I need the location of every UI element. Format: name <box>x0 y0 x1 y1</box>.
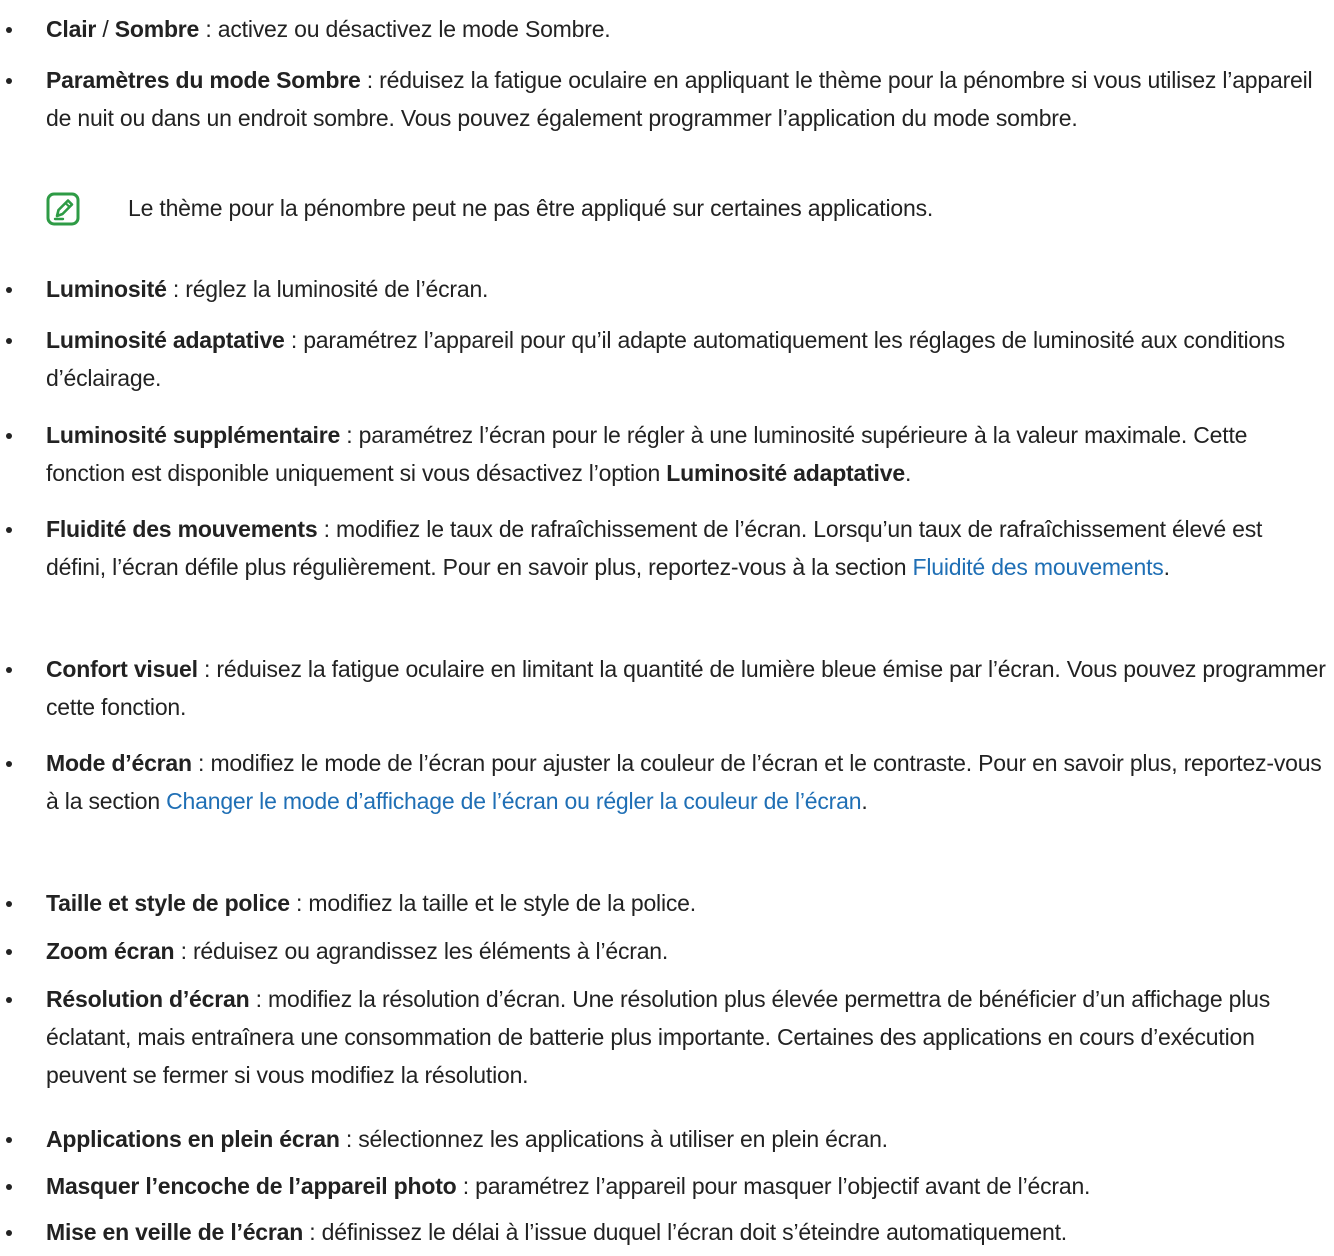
item-term: Luminosité adaptative <box>46 327 285 353</box>
item-term: Zoom écran <box>46 938 175 964</box>
item-term: Luminosité <box>46 276 167 302</box>
bullet-dot <box>6 287 12 293</box>
note-text: Le thème pour la pénombre peut ne pas êt… <box>128 195 934 221</box>
item-term: Résolution d’écran <box>46 986 250 1012</box>
item-text: Fluidité des mouvements : modifiez le ta… <box>46 516 1263 580</box>
bullet-dot <box>6 1230 12 1236</box>
item-description: sélectionnez les applications à utiliser… <box>358 1126 888 1152</box>
bullet-dot <box>6 1184 12 1190</box>
item-text: Zoom écran : réduisez ou agrandissez les… <box>46 938 669 964</box>
item-text: Taille et style de police : modifiez la … <box>46 890 696 916</box>
bullet-dot <box>6 527 12 533</box>
bullet-dot <box>6 1137 12 1143</box>
item-text: Applications en plein écran : sélectionn… <box>46 1126 888 1152</box>
bullet-dot <box>6 901 12 907</box>
item-term-2: Sombre <box>114 16 200 42</box>
bullet-dot <box>6 949 12 955</box>
item-term: Mode d’écran <box>46 750 192 776</box>
bullet-dot <box>6 761 12 767</box>
item-text: Résolution d’écran : modifiez la résolut… <box>46 986 1271 1088</box>
item-description: paramétrez l’appareil pour masquer l’obj… <box>475 1173 1091 1199</box>
bullet-dot <box>6 338 12 344</box>
item-text: Paramètres du mode Sombre : réduisez la … <box>46 67 1313 131</box>
item-text: Clair / Sombre : activez ou désactivez l… <box>46 16 611 42</box>
item-term: Paramètres du mode Sombre <box>46 67 361 93</box>
section-link[interactable]: Fluidité des mouvements <box>912 554 1163 580</box>
note-pencil-icon <box>46 192 80 226</box>
item-term: Mise en veille de l’écran <box>46 1219 304 1245</box>
item-description: définissez le délai à l’issue duquel l’é… <box>321 1219 1068 1245</box>
item-text: Luminosité adaptative : paramétrez l’app… <box>46 327 1285 391</box>
item-description: modifiez la taille et le style de la pol… <box>308 890 696 916</box>
section-link[interactable]: Changer le mode d’affichage de l’écran o… <box>166 788 861 814</box>
item-description: réglez la luminosité de l’écran. <box>185 276 489 302</box>
bullet-dot <box>6 27 12 33</box>
item-text: Luminosité : réglez la luminosité de l’é… <box>46 276 489 302</box>
manual-page: Clair / Sombre : activez ou désactivez l… <box>0 0 1334 1256</box>
bullet-dot <box>6 667 12 673</box>
item-term: Taille et style de police <box>46 890 290 916</box>
bullet-dot <box>6 433 12 439</box>
bullet-dot <box>6 78 12 84</box>
item-term: Confort visuel <box>46 656 198 682</box>
item-description: réduisez la fatigue oculaire en limitant… <box>46 656 1326 720</box>
bullet-dot <box>6 997 12 1003</box>
item-term: Luminosité supplémentaire <box>46 422 341 448</box>
item-text: Luminosité supplémentaire : paramétrez l… <box>46 422 1248 486</box>
item-term: Masquer l’encoche de l’appareil photo <box>46 1173 457 1199</box>
item-term: Applications en plein écran <box>46 1126 340 1152</box>
note-box: Le thème pour la pénombre peut ne pas êt… <box>46 190 1326 232</box>
option-reference: Luminosité adaptative <box>666 460 905 486</box>
item-text: Mode d’écran : modifiez le mode de l’écr… <box>46 750 1322 814</box>
item-text: Mise en veille de l’écran : définissez l… <box>46 1219 1068 1245</box>
item-text: Confort visuel : réduisez la fatigue ocu… <box>46 656 1326 720</box>
item-description: activez ou désactivez le mode Sombre. <box>217 16 611 42</box>
item-text: Masquer l’encoche de l’appareil photo : … <box>46 1173 1091 1199</box>
item-description: réduisez ou agrandissez les éléments à l… <box>192 938 669 964</box>
item-term: Fluidité des mouvements <box>46 516 318 542</box>
item-term: Clair <box>46 16 97 42</box>
